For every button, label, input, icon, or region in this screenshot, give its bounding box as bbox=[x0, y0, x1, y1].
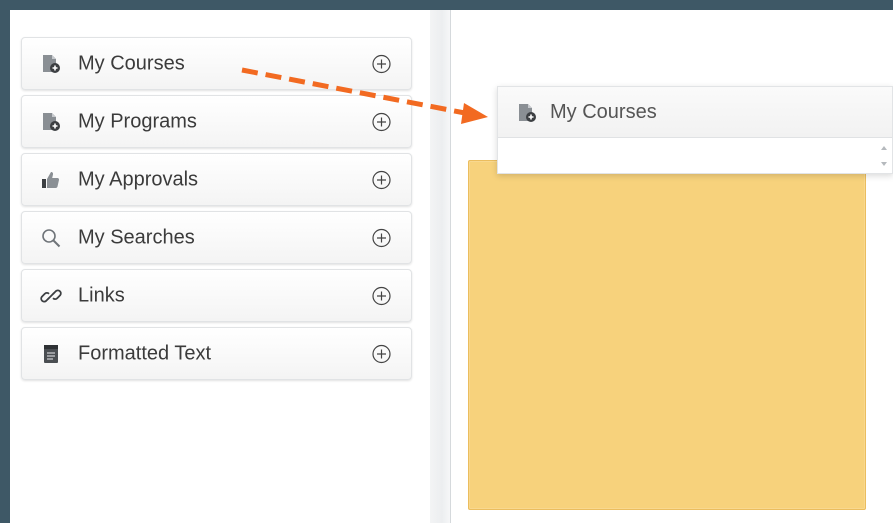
widget-label: Formatted Text bbox=[78, 342, 212, 364]
splitter[interactable] bbox=[430, 10, 450, 523]
dragged-widget-title: My Courses bbox=[550, 101, 657, 123]
program-document-icon bbox=[40, 111, 62, 133]
course-document-icon bbox=[40, 53, 62, 75]
scroll-arrows-icon[interactable] bbox=[880, 143, 888, 169]
widget-label: Links bbox=[78, 284, 125, 306]
formatted-text-icon bbox=[40, 343, 62, 365]
dragged-widget-card[interactable]: My Courses bbox=[497, 86, 893, 174]
dragged-widget-header[interactable]: My Courses bbox=[498, 87, 892, 138]
course-document-icon bbox=[516, 102, 538, 124]
drop-zone[interactable] bbox=[468, 160, 866, 510]
widget-label: My Courses bbox=[78, 52, 185, 74]
thumbs-up-icon bbox=[40, 169, 62, 191]
widget-palette: My Courses My Programs My Approvals My S… bbox=[10, 10, 430, 523]
add-circle-icon[interactable] bbox=[372, 228, 391, 247]
widget-item-links[interactable]: Links bbox=[21, 269, 412, 322]
widget-item-my-programs[interactable]: My Programs bbox=[21, 95, 412, 148]
add-circle-icon[interactable] bbox=[372, 54, 391, 73]
search-icon bbox=[40, 227, 62, 249]
add-circle-icon[interactable] bbox=[372, 112, 391, 131]
widget-label: My Searches bbox=[78, 226, 195, 248]
widget-item-formatted-text[interactable]: Formatted Text bbox=[21, 327, 412, 380]
app-frame: My Courses My Programs My Approvals My S… bbox=[0, 0, 893, 523]
widget-item-my-searches[interactable]: My Searches bbox=[21, 211, 412, 264]
widget-item-my-courses[interactable]: My Courses bbox=[21, 37, 412, 90]
widget-item-my-approvals[interactable]: My Approvals bbox=[21, 153, 412, 206]
add-circle-icon[interactable] bbox=[372, 344, 391, 363]
widget-label: My Programs bbox=[78, 110, 197, 132]
add-circle-icon[interactable] bbox=[372, 286, 391, 305]
add-circle-icon[interactable] bbox=[372, 170, 391, 189]
link-icon bbox=[40, 285, 62, 307]
splitter-line bbox=[450, 10, 451, 523]
widget-label: My Approvals bbox=[78, 168, 199, 190]
